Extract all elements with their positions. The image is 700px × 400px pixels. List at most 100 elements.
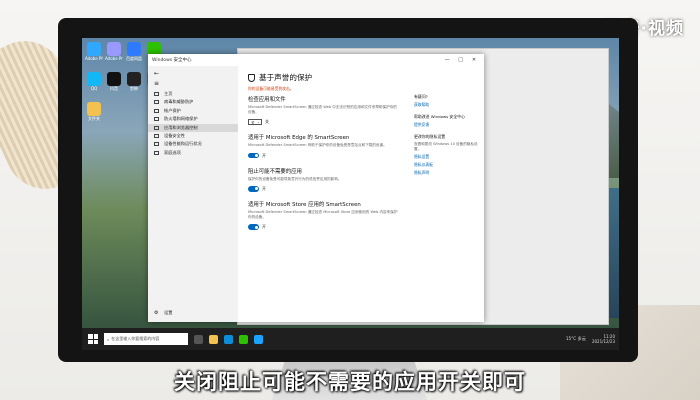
sidebar-item-7[interactable]: 家庭选项 — [148, 149, 238, 157]
section-block-pua: 阻止可能不需要的应用 保护你的设备免受可能导致意外行为的低信誉应用的影响。 开 — [248, 167, 398, 192]
heart-icon — [154, 142, 159, 147]
app-icon — [107, 72, 121, 86]
sidebar-item-2[interactable]: 帐户保护 — [148, 107, 238, 115]
sidebar-item-label: 设置 — [164, 310, 173, 315]
sidebar-item-label: 帐户保护 — [164, 107, 181, 113]
app-window-icon — [154, 125, 159, 130]
taskbar-search-input[interactable]: ⌕ 在这里输入你要搜索的内容 — [104, 333, 188, 345]
section-store-smartscreen: 适用于 Microsoft Store 应用的 SmartScreen Micr… — [248, 200, 398, 230]
block-pua-toggle[interactable] — [248, 186, 259, 192]
section-edge-smartscreen: 适用于 Microsoft Edge 的 SmartScreen Microso… — [248, 133, 398, 159]
family-icon — [154, 150, 159, 155]
toggle-state-label: 开 — [262, 152, 266, 158]
wechat-icon[interactable] — [239, 334, 248, 344]
side-heading: 帮助改进 Windows 安全中心 — [414, 114, 465, 119]
home-icon — [154, 92, 159, 96]
desktop-icon[interactable]: 文件夹 — [85, 102, 103, 126]
page-title: 基于声誉的保护 — [248, 72, 474, 83]
app-icon — [127, 42, 141, 56]
check-apps-dropdown[interactable]: 关 — [248, 119, 262, 126]
desktop-icon-label: 剪映 — [130, 86, 138, 91]
window-controls: — □ ✕ — [441, 57, 480, 63]
side-text: 查看和更改 Windows 10 设备的隐私设置。 — [414, 142, 478, 151]
sidebar-item-label: 家庭选项 — [164, 149, 181, 155]
section-desc: 保护你的设备免受可能导致意外行为的低信誉应用的影响。 — [248, 176, 342, 181]
windows-start-icon[interactable] — [88, 334, 98, 344]
sidebar-item-label: 病毒和威胁防护 — [164, 99, 194, 105]
clock-date: 2021/12/23 — [591, 339, 615, 344]
page-title-text: 基于声誉的保护 — [259, 73, 313, 82]
side-panel: 有疑问? 获取帮助 帮助改进 Windows 安全中心 提供反馈 更改你的隐私设… — [414, 88, 480, 176]
maximize-button[interactable]: □ — [455, 57, 467, 63]
desktop-icon-label: Adobe Photoshop — [85, 56, 103, 61]
side-heading: 更改你的隐私设置 — [414, 134, 446, 139]
feedback-link[interactable]: 提供反馈 — [414, 122, 480, 128]
search-icon: ⌕ — [107, 336, 110, 342]
file-explorer-icon[interactable] — [209, 334, 218, 344]
desktop-icon[interactable]: 剪映 — [125, 72, 143, 96]
desktop-icon[interactable]: 抖音 — [105, 72, 123, 96]
privacy-dashboard-link[interactable]: 隐私仪表板 — [414, 162, 480, 168]
main-content: 基于声誉的保护 你的设备可能易受到攻击。 检查应用和文件 Microsoft D… — [238, 66, 484, 322]
weather-widget[interactable]: 15°C 多云 — [566, 336, 586, 341]
security-app-icon[interactable] — [254, 334, 263, 344]
person-icon — [154, 108, 159, 113]
edge-icon[interactable] — [224, 334, 233, 344]
sidebar-item-6[interactable]: 设备性能和运行状况 — [148, 140, 238, 148]
desktop-screen: Adobe PhotoshopAdobe Premiere百度网盘微信QQ抖音剪… — [82, 38, 619, 350]
get-help-link[interactable]: 获取帮助 — [414, 102, 480, 108]
hamburger-menu-icon[interactable]: ≡ — [148, 80, 238, 90]
desktop-icon-label: 文件夹 — [88, 116, 100, 121]
sidebar: ← ≡ 主页病毒和威胁防护 帐户保护防火墙和网络保护 应用和浏览器控制 设备安全性设备… — [148, 66, 238, 322]
settings-panel: 你的设备可能易受到攻击。 检查应用和文件 Microsoft Defender … — [248, 86, 398, 238]
desktop-icon-label: Adobe Premiere — [105, 56, 123, 61]
sidebar-item-label: 设备性能和运行状况 — [164, 141, 202, 147]
section-title: 检查应用和文件 — [248, 97, 286, 103]
gear-icon: ⚙ — [154, 310, 159, 316]
side-heading: 有疑问? — [414, 94, 428, 99]
back-arrow-icon[interactable]: ← — [148, 70, 238, 80]
store-smartscreen-toggle[interactable] — [248, 224, 259, 230]
desktop-icon[interactable]: Adobe Premiere — [105, 42, 123, 66]
window-title: Windows 安全中心 — [152, 58, 192, 63]
sidebar-item-label: 防火墙和网络保护 — [164, 116, 198, 122]
section-desc: Microsoft Defender SmartScreen 通过检查 Micr… — [248, 209, 398, 220]
sidebar-item-label: 主页 — [164, 91, 173, 96]
section-title: 适用于 Microsoft Edge 的 SmartScreen — [248, 135, 350, 142]
toggle-state-label: 开 — [262, 224, 266, 230]
sidebar-item-1[interactable]: 病毒和威胁防护 — [148, 98, 238, 106]
privacy-statement-link[interactable]: 隐私声明 — [414, 170, 480, 176]
app-icon — [87, 102, 101, 116]
section-check-apps: 检查应用和文件 Microsoft Defender SmartScreen 通… — [248, 95, 398, 126]
sidebar-item-4[interactable]: 应用和浏览器控制 — [148, 123, 238, 132]
task-view-icon[interactable] — [194, 334, 203, 344]
section-desc: Microsoft Defender SmartScreen 有助于保护你的设备… — [248, 143, 387, 148]
search-placeholder: 在这里输入你要搜索的内容 — [111, 336, 160, 341]
app-icon — [107, 42, 121, 56]
close-button[interactable]: ✕ — [468, 57, 480, 63]
window-titlebar: Windows 安全中心 — □ ✕ — [148, 54, 484, 66]
desktop-icon[interactable]: QQ — [85, 72, 103, 96]
desktop-icon[interactable]: 百度网盘 — [125, 42, 143, 66]
sidebar-item-3[interactable]: 防火墙和网络保护 — [148, 115, 238, 123]
desktop-icon[interactable]: Adobe Photoshop — [85, 42, 103, 66]
sidebar-item-settings[interactable]: ⚙ 设置 — [148, 310, 172, 316]
toggle-state-label: 开 — [262, 185, 266, 191]
edge-smartscreen-toggle[interactable] — [248, 152, 259, 159]
app-icon — [127, 72, 141, 86]
minimize-button[interactable]: — — [441, 57, 453, 63]
desktop-icon-label: 百度网盘 — [126, 56, 142, 61]
taskbar: ⌕ 在这里输入你要搜索的内容 15°C 多云 11:20 2021/12/23 — [82, 328, 619, 350]
clock[interactable]: 11:20 2021/12/23 — [592, 334, 615, 344]
section-desc: Microsoft Defender SmartScreen 通过检查 Web … — [248, 105, 397, 115]
privacy-settings-link[interactable]: 隐私设置 — [414, 154, 480, 160]
wifi-icon — [154, 117, 159, 122]
sidebar-item-5[interactable]: 设备安全性 — [148, 132, 238, 140]
video-subtitle: 关闭阻止可能不需要的应用开关即可 — [174, 370, 526, 394]
security-window: Windows 安全中心 — □ ✕ ← ≡ 主页病毒和威胁防护 帐户保护防火墙和… — [148, 54, 484, 322]
laptop-icon — [154, 133, 159, 138]
desktop-icon-label: 抖音 — [110, 86, 118, 91]
sidebar-item-label: 设备安全性 — [164, 132, 185, 138]
warning-text: 你的设备可能易受到攻击。 — [248, 86, 294, 91]
sidebar-item-0[interactable]: 主页 — [148, 90, 238, 98]
